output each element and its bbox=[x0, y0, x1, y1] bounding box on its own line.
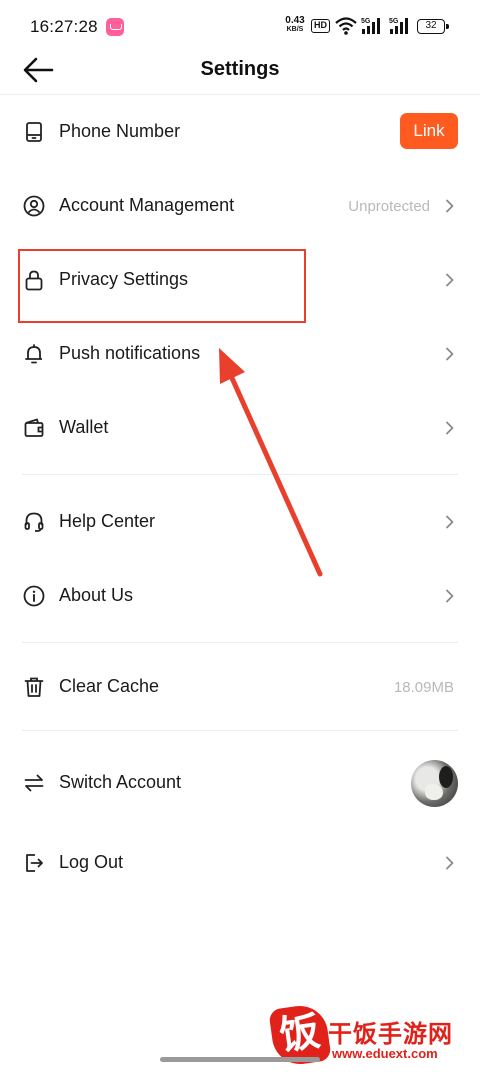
watermark-logo-char: 饭 bbox=[276, 1009, 323, 1059]
chevron-right-icon bbox=[446, 856, 454, 870]
settings-item-switch-account[interactable]: Switch Account bbox=[0, 759, 480, 807]
chevron-right-icon bbox=[446, 273, 454, 287]
watermark-title: 干饭手游网 bbox=[328, 1021, 453, 1048]
headset-icon bbox=[24, 512, 44, 532]
settings-item-label: Wallet bbox=[59, 417, 109, 437]
chevron-right-icon bbox=[446, 589, 454, 603]
wifi-icon bbox=[335, 17, 357, 35]
cache-size: 18.09MB bbox=[393, 679, 454, 696]
settings-item-label: Switch Account bbox=[59, 772, 182, 792]
logout-icon bbox=[26, 854, 43, 872]
header-divider bbox=[0, 94, 480, 95]
phone-icon bbox=[26, 122, 42, 142]
network-speed-value: 0.43 bbox=[285, 15, 305, 26]
section-divider bbox=[22, 642, 458, 643]
bell-icon bbox=[25, 344, 42, 364]
home-indicator[interactable] bbox=[160, 1057, 320, 1062]
network-speed-unit: KB/S bbox=[286, 26, 304, 33]
settings-item-account-management[interactable]: Account Management Unprotected bbox=[0, 182, 480, 230]
page-title: Settings bbox=[200, 58, 280, 80]
battery-indicator: 32 bbox=[417, 19, 449, 34]
user-circle-icon bbox=[23, 195, 45, 217]
chevron-right-icon bbox=[446, 515, 454, 529]
avatar[interactable] bbox=[411, 760, 458, 807]
settings-item-label: Help Center bbox=[59, 511, 156, 531]
cell-signal-icon: 5G bbox=[389, 18, 408, 34]
settings-item-help-center[interactable]: Help Center bbox=[0, 498, 480, 546]
settings-item-label: Account Management bbox=[59, 195, 235, 215]
signal-label: 5G bbox=[389, 18, 399, 25]
settings-item-label: About Us bbox=[59, 585, 134, 605]
settings-item-about-us[interactable]: About Us bbox=[0, 572, 480, 620]
signal-label: 5G bbox=[361, 18, 371, 25]
hd-badge: HD bbox=[311, 19, 330, 33]
nav-bar: Settings bbox=[0, 48, 480, 92]
watermark-url: www.eduext.com bbox=[332, 1046, 438, 1061]
chevron-right-icon bbox=[446, 347, 454, 361]
settings-item-label: Push notifications bbox=[59, 343, 201, 363]
section-divider bbox=[22, 474, 458, 475]
account-protection-status: Unprotected bbox=[348, 198, 430, 215]
settings-item-label: Log Out bbox=[59, 852, 124, 872]
status-bar: 16:27:28 0.43 KB/S HD 5G 5G 32 bbox=[0, 0, 480, 52]
wallet-icon bbox=[24, 418, 44, 437]
settings-item-label: Clear Cache bbox=[59, 676, 160, 696]
chevron-right-icon bbox=[446, 421, 454, 435]
trash-icon bbox=[24, 677, 44, 697]
settings-item-push-notifications[interactable]: Push notifications bbox=[0, 330, 480, 378]
cell-signal-icon: 5G bbox=[361, 18, 380, 34]
settings-item-log-out[interactable]: Log Out bbox=[0, 839, 480, 887]
info-icon bbox=[23, 585, 45, 607]
settings-item-label: Phone Number bbox=[59, 121, 181, 141]
section-divider bbox=[22, 730, 458, 731]
link-phone-button[interactable]: Link bbox=[400, 113, 458, 149]
switch-arrows-icon bbox=[24, 774, 44, 792]
chevron-right-icon bbox=[446, 199, 454, 213]
notification-app-icon bbox=[106, 18, 124, 36]
settings-item-wallet[interactable]: Wallet bbox=[0, 404, 480, 452]
settings-item-clear-cache[interactable]: Clear Cache 18.09MB bbox=[0, 663, 480, 711]
network-speed: 0.43 KB/S bbox=[282, 16, 308, 34]
settings-item-phone-number[interactable]: Phone Number Link bbox=[0, 108, 480, 156]
status-time: 16:27:28 bbox=[30, 17, 98, 36]
annotation-highlight-box bbox=[18, 249, 306, 323]
